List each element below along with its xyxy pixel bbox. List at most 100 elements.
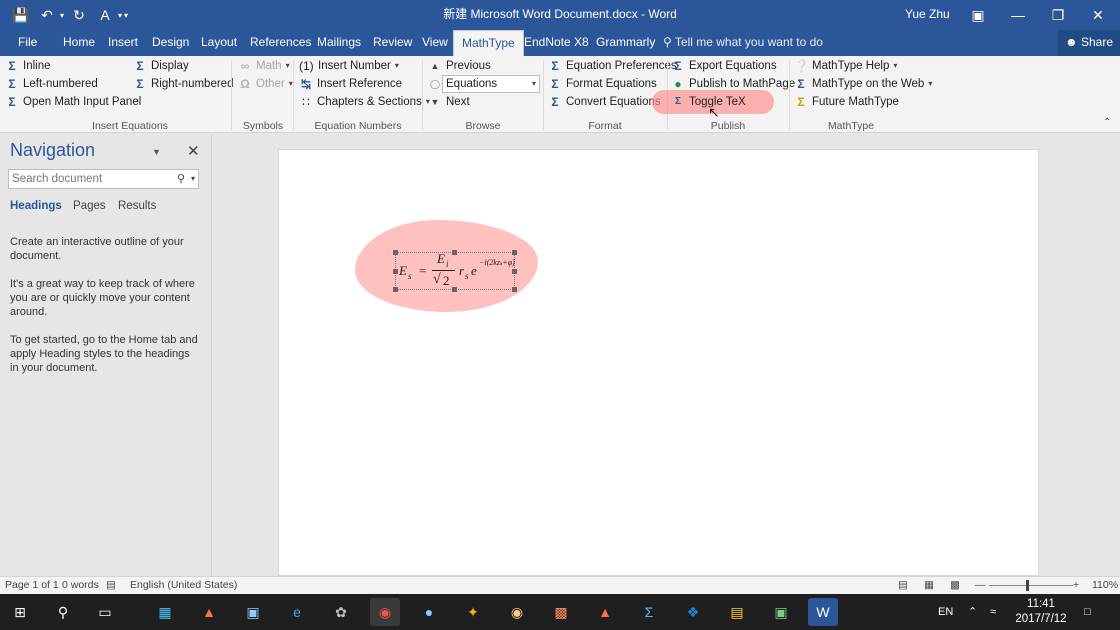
text-style-icon[interactable]: A​ bbox=[94, 3, 116, 27]
page-count[interactable]: Page 1 of 1 bbox=[5, 577, 59, 595]
redo-icon[interactable]: ↻ bbox=[68, 3, 90, 27]
document-page[interactable]: E s = E i √ 2 r s e −i(2kzs+φ) bbox=[278, 149, 1039, 576]
share-button[interactable]: ☻ Share bbox=[1058, 30, 1120, 56]
file-explorer-icon[interactable]: ▤ bbox=[722, 598, 752, 626]
windows-start-icon[interactable]: ⊞ bbox=[5, 598, 35, 626]
app-icon-3[interactable]: ▣ bbox=[238, 598, 268, 626]
tab-layout[interactable]: Layout bbox=[193, 30, 245, 56]
inline-button[interactable]: Σ Inline bbox=[5, 57, 50, 75]
undo-icon[interactable]: ↶ bbox=[36, 3, 58, 27]
tell-me-box[interactable]: ⚲ Tell me what you want to do bbox=[663, 30, 823, 56]
chapters-sections-button[interactable]: ∷ Chapters & Sections ▾ bbox=[299, 93, 430, 111]
app-icon-1[interactable]: ▦ bbox=[150, 598, 180, 626]
web-layout-icon[interactable]: ▩ bbox=[950, 577, 960, 595]
tex-icon: Σ bbox=[674, 96, 681, 107]
math-panel-icon: Σ bbox=[8, 95, 16, 109]
tab-endnote[interactable]: EndNote X8 bbox=[516, 30, 597, 56]
language-bar-icon[interactable]: ● bbox=[414, 598, 444, 626]
equation[interactable]: E s = E i √ 2 r s e −i(2kzs+φ) bbox=[397, 250, 515, 292]
user-name[interactable]: Yue Zhu bbox=[905, 0, 950, 30]
dropbox-icon[interactable]: ❖ bbox=[678, 598, 708, 626]
ribbon-display-options-icon[interactable]: ▣ bbox=[958, 0, 998, 30]
tab-view[interactable]: View bbox=[414, 30, 456, 56]
tab-grammarly[interactable]: Grammarly bbox=[588, 30, 663, 56]
zoom-level[interactable]: 110% bbox=[1092, 577, 1118, 595]
next-button[interactable]: ▼ Next bbox=[428, 93, 470, 111]
format-equations-button[interactable]: Σ Format Equations bbox=[548, 75, 656, 93]
tab-design[interactable]: Design bbox=[144, 30, 197, 56]
tab-mailings[interactable]: Mailings bbox=[309, 30, 369, 56]
tab-results[interactable]: Results bbox=[118, 200, 156, 212]
chevron-down-icon[interactable]: ▾ bbox=[191, 170, 195, 188]
previous-button[interactable]: ▲ Previous bbox=[428, 57, 491, 75]
word-icon[interactable]: W bbox=[808, 598, 838, 626]
display-button[interactable]: Σ Display bbox=[133, 57, 188, 75]
tab-references[interactable]: References bbox=[242, 30, 319, 56]
proofing-icon[interactable]: ▤ bbox=[106, 577, 116, 595]
app-icon-8[interactable]: ✦ bbox=[458, 598, 488, 626]
export-equations-button[interactable]: Σ Export Equations bbox=[671, 57, 776, 75]
left-numbered-button[interactable]: Σ Left-numbered bbox=[5, 75, 97, 93]
chevron-up-icon[interactable]: ⌃ bbox=[968, 594, 977, 630]
document-area: E s = E i √ 2 r s e −i(2kzs+φ) bbox=[212, 134, 1120, 576]
future-icon: Σ bbox=[797, 95, 805, 109]
task-view-icon[interactable]: ▭ bbox=[90, 598, 120, 626]
internet-explorer-icon[interactable]: e bbox=[282, 598, 312, 626]
restore-icon[interactable]: ❐ bbox=[1038, 0, 1078, 30]
convert-equations-button[interactable]: Σ Convert Equations bbox=[548, 93, 660, 111]
math-symbols-button[interactable]: ∞ Math ▾ bbox=[238, 57, 290, 75]
customize-qat-icon[interactable]: ▾ bbox=[124, 11, 128, 20]
zoom-slider-thumb[interactable] bbox=[1026, 580, 1029, 591]
language[interactable]: English (United States) bbox=[130, 577, 237, 595]
undo-dropdown-icon[interactable]: ▾ bbox=[60, 11, 64, 20]
insert-number-button[interactable]: (1) Insert Number ▾ bbox=[299, 57, 399, 75]
collapse-ribbon-icon[interactable]: ⌃ bbox=[1103, 117, 1111, 128]
mathtype-icon[interactable]: Σ bbox=[634, 598, 664, 626]
tab-pages[interactable]: Pages bbox=[73, 200, 106, 212]
matlab-icon-2[interactable]: ▲ bbox=[590, 598, 620, 626]
insert-reference-button[interactable]: ↹ Insert Reference bbox=[299, 75, 402, 93]
mathtype-help-button[interactable]: ❔ MathType Help ▾ bbox=[794, 57, 897, 75]
read-mode-icon[interactable]: ▤ bbox=[898, 577, 908, 595]
word-count[interactable]: 0 words bbox=[62, 577, 99, 595]
other-symbols-button[interactable]: Ω Other ▾ bbox=[238, 75, 293, 93]
open-math-input-panel-button[interactable]: Σ Open Math Input Panel bbox=[5, 93, 141, 111]
zoom-slider-track[interactable] bbox=[989, 585, 1073, 586]
equation-preferences-button[interactable]: Σ Equation Preferences bbox=[548, 57, 676, 75]
tab-review[interactable]: Review bbox=[365, 30, 420, 56]
system-clock[interactable]: 11:41 2017/7/12 bbox=[1010, 597, 1072, 627]
app-icon-15[interactable]: ▣ bbox=[766, 598, 796, 626]
text-style-dropdown-icon[interactable]: ▾ bbox=[118, 11, 122, 20]
input-language[interactable]: EN bbox=[938, 594, 953, 630]
close-icon[interactable]: ✕ bbox=[1078, 0, 1118, 30]
tab-insert[interactable]: Insert bbox=[100, 30, 146, 56]
status-bar: Page 1 of 1 0 words ▤ English (United St… bbox=[0, 576, 1120, 594]
notifications-icon[interactable]: □ bbox=[1084, 594, 1091, 630]
search-icon[interactable]: ⚲ bbox=[177, 170, 185, 188]
tab-headings[interactable]: Headings bbox=[10, 200, 62, 212]
zoom-out-icon[interactable]: — bbox=[975, 577, 986, 595]
print-layout-icon[interactable]: ▦ bbox=[924, 577, 934, 595]
right-numbered-button[interactable]: Σ Right-numbered bbox=[133, 75, 233, 93]
app-icon-10[interactable]: ▩ bbox=[546, 598, 576, 626]
preferences-icon: Σ bbox=[551, 59, 559, 73]
tab-mathtype[interactable]: MathType bbox=[453, 30, 524, 56]
search-icon[interactable]: ⚲ bbox=[48, 598, 78, 626]
minimize-icon[interactable]: — bbox=[998, 0, 1038, 30]
app-icon-9[interactable]: ◉ bbox=[502, 598, 532, 626]
tab-file[interactable]: File bbox=[10, 30, 45, 56]
mathtype-on-the-web-button[interactable]: Σ MathType on the Web ▾ bbox=[794, 75, 932, 93]
zoom-in-icon[interactable]: + bbox=[1073, 577, 1079, 595]
navigation-title: Navigation bbox=[10, 140, 96, 160]
chevron-down-icon[interactable]: ▼ bbox=[152, 147, 161, 157]
matlab-icon[interactable]: ▲ bbox=[194, 598, 224, 626]
close-icon[interactable]: ✕ bbox=[187, 142, 200, 160]
search-input[interactable]: Search document ⚲ ▾ bbox=[8, 169, 199, 189]
save-icon[interactable]: 💾 bbox=[10, 3, 32, 27]
wifi-icon[interactable]: ≈ bbox=[990, 594, 996, 630]
tab-home[interactable]: Home bbox=[55, 30, 103, 56]
browse-by-select[interactable]: Equations ▾ bbox=[442, 75, 540, 93]
chrome-icon[interactable]: ◉ bbox=[370, 598, 400, 626]
future-mathtype-button[interactable]: Σ Future MathType bbox=[794, 93, 899, 111]
app-icon-5[interactable]: ✿ bbox=[326, 598, 356, 626]
